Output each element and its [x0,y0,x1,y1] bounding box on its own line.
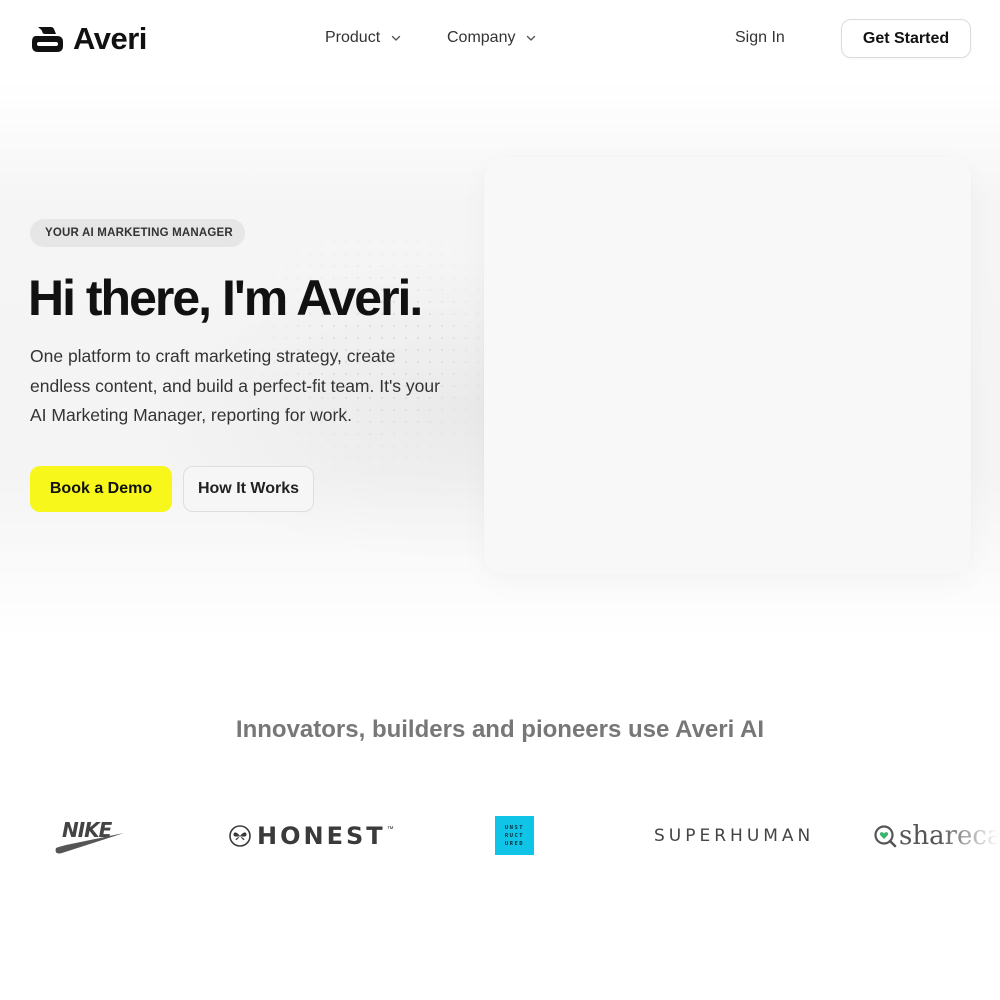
book-demo-button[interactable]: Book a Demo [30,466,172,512]
honest-butterfly-icon [229,825,251,847]
unstructured-logo: UNST RUCT URED [495,816,534,855]
honest-logo: HONEST ™ [229,822,394,850]
sign-in-link[interactable]: Sign In [735,26,785,50]
brand-logo-link[interactable]: Averi [30,21,147,56]
honest-trademark: ™ [386,826,394,833]
hero-badge: YOUR AI MARKETING MANAGER [30,219,245,247]
honest-wordmark: HONEST [257,822,386,850]
nav-company-label: Company [447,29,516,46]
averi-mark-icon [32,27,63,52]
site-header: Averi Product Company Sign In Get Starte… [0,0,1000,78]
nav-company-menu[interactable]: Company [447,26,537,50]
get-started-button[interactable]: Get Started [841,19,971,58]
chevron-down-icon [527,35,536,41]
hero-badge-label: YOUR AI MARKETING MANAGER [45,227,233,239]
brand-name: Averi [73,21,147,56]
nav-product-label: Product [325,29,381,46]
hero-subtitle: One platform to craft marketing strategy… [30,346,440,425]
superhuman-logo: SUPERHUMAN [654,826,815,846]
nike-swoosh-icon: NIKE [55,818,124,854]
nav-product-menu[interactable]: Product [325,26,402,50]
unstructured-line: RUCT [504,832,525,839]
how-it-works-button[interactable]: How It Works [183,466,314,512]
hero-media-card [484,157,971,574]
customers-heading: Innovators, builders and pioneers use Av… [235,716,765,743]
sharecare-heart-icon [874,825,897,848]
hero-title: Hi there, I'm Averi. [28,270,423,326]
sharecare-wordmark: sharecare [899,821,999,851]
nike-logo: NIKE [52,815,128,857]
unstructured-line: URED [504,840,525,847]
chevron-down-icon [391,35,401,41]
unstructured-line: UNST [504,824,525,831]
sharecare-logo: sharecare [873,820,999,852]
